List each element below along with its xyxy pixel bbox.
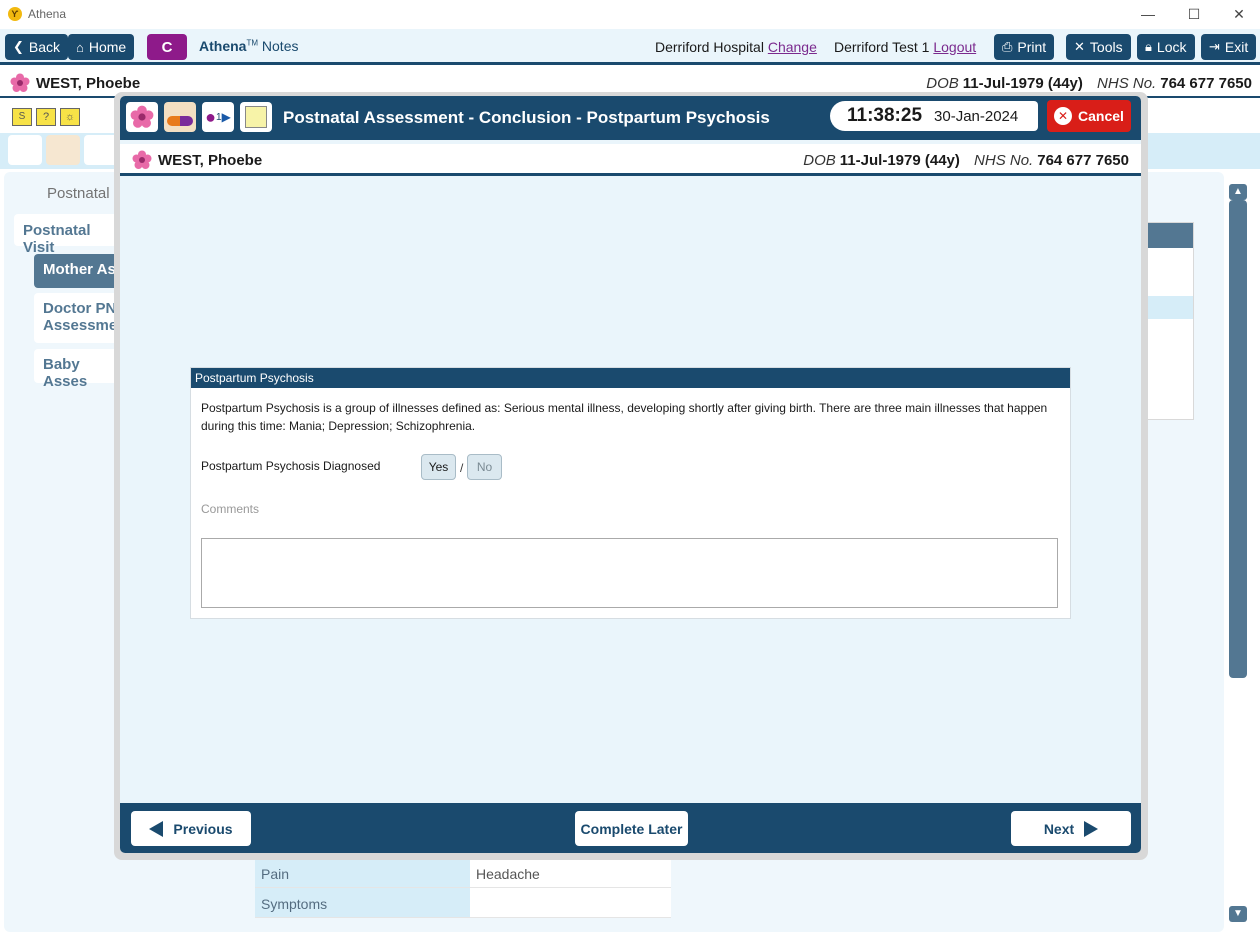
- postpartum-psychosis-panel: Postpartum Psychosis Postpartum Psychosi…: [190, 367, 1071, 619]
- next-button[interactable]: Next: [1011, 811, 1131, 846]
- clock-date: 30-Jan-2024: [934, 107, 1019, 125]
- home-icon: ⌂: [76, 39, 84, 55]
- dialog-patient-info: DOB 11-Jul-1979 (44y) NHS No. 764 677 7650: [803, 152, 1129, 169]
- diagnosed-label: Postpartum Psychosis Diagnosed: [201, 459, 381, 473]
- yes-button[interactable]: Yes: [421, 454, 456, 480]
- tools-icon: ✕: [1074, 39, 1085, 54]
- maximize-icon[interactable]: ☐: [1184, 4, 1204, 24]
- exit-button[interactable]: ⇥ Exit: [1201, 34, 1257, 60]
- complete-later-button[interactable]: Complete Later: [575, 811, 688, 846]
- no-button[interactable]: No: [467, 454, 502, 480]
- minimize-icon[interactable]: —: [1138, 4, 1158, 24]
- athena-logo-icon: ϒ: [8, 7, 22, 21]
- logout-link[interactable]: Logout: [933, 39, 976, 55]
- window-title: Athena: [28, 7, 67, 21]
- dialog-title: Postnatal Assessment - Conclusion - Post…: [283, 108, 770, 127]
- comments-field[interactable]: [201, 538, 1058, 608]
- lock-icon: 🔒︎: [1145, 39, 1152, 54]
- back-button[interactable]: ❮ Back: [5, 34, 69, 60]
- change-hospital-link[interactable]: Change: [768, 39, 817, 55]
- cancel-button[interactable]: ✕ Cancel: [1047, 100, 1131, 132]
- flower-icon[interactable]: [126, 102, 158, 132]
- panel-description: Postpartum Psychosis is a group of illne…: [201, 401, 1048, 433]
- patient-name: WEST, Phoebe: [36, 75, 141, 92]
- flower-icon: [132, 150, 152, 169]
- c-button[interactable]: C: [147, 34, 187, 60]
- dialog-body: ● 1 ▶ Postnatal Assessment - Conclusion - …: [120, 96, 1141, 853]
- hospital-info: Derriford Hospital Change: [655, 39, 817, 55]
- panel-heading: Postpartum Psychosis: [191, 368, 1070, 388]
- dialog-patient-name: WEST, Phoebe: [158, 152, 263, 169]
- home-button[interactable]: ⌂ Home: [68, 34, 135, 60]
- patient-info: DOB 11-Jul-1979 (44y) NHS No. 764 677 7650: [926, 75, 1252, 92]
- close-window-icon[interactable]: ✕: [1229, 4, 1249, 24]
- dialog-header: ● 1 ▶ Postnatal Assessment - Conclusion - …: [120, 96, 1141, 140]
- arrow-right-icon: [1084, 820, 1099, 837]
- printer-icon: ⎙: [1002, 39, 1013, 54]
- print-button[interactable]: ⎙ Print: [994, 34, 1055, 60]
- dialog-footer: Previous Complete Later Next: [120, 803, 1141, 853]
- window-titlebar: ϒ Athena — ☐ ✕: [0, 0, 1260, 28]
- main-toolbar: ❮ Back ⌂ Home C AthenaTM Notes Derriford…: [0, 29, 1260, 65]
- arrow-left-icon: [149, 820, 164, 837]
- lock-button[interactable]: 🔒︎ Lock: [1137, 34, 1195, 60]
- yes-no-separator: /: [460, 461, 464, 475]
- comments-label: Comments: [201, 502, 260, 516]
- chevron-left-icon: ❮: [13, 39, 24, 54]
- exit-icon: ⇥: [1209, 39, 1220, 54]
- brand-label: AthenaTM Notes: [199, 38, 299, 54]
- notes-icon[interactable]: [240, 102, 272, 132]
- clock-display: 11:38:25 30-Jan-2024: [830, 101, 1038, 131]
- previous-button[interactable]: Previous: [131, 811, 251, 846]
- assessment-dialog: ● 1 ▶ Postnatal Assessment - Conclusion - …: [114, 92, 1148, 860]
- clock-time: 11:38:25: [847, 105, 923, 126]
- tools-button[interactable]: ✕ Tools: [1066, 34, 1131, 60]
- flower-icon: [10, 73, 30, 92]
- cancel-x-icon: ✕: [1054, 107, 1073, 125]
- dialog-patient-banner: WEST, Phoebe DOB 11-Jul-1979 (44y) NHS No…: [120, 144, 1141, 176]
- baby-next-icon[interactable]: ● 1 ▶: [202, 102, 234, 132]
- medication-icon[interactable]: [164, 102, 196, 132]
- user-info: Derriford Test 1 Logout: [834, 39, 977, 55]
